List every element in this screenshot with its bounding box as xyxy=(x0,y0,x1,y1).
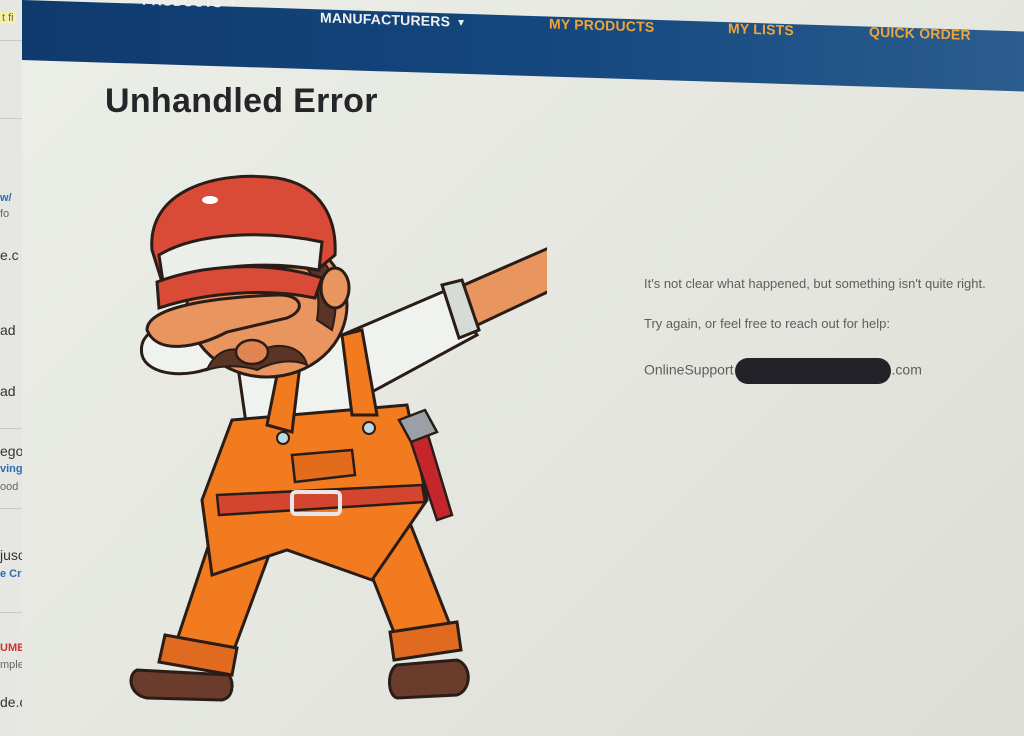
overalls-button xyxy=(276,431,290,445)
background-text-fragment: ego xyxy=(0,443,24,459)
chevron-down-icon: ▼ xyxy=(456,17,467,29)
background-text-fragment: ving xyxy=(0,463,23,475)
page-title: Unhandled Error xyxy=(105,82,378,120)
nav-manufacturers[interactable]: MANUFACTURERS ▼ xyxy=(320,9,466,30)
nav-label: MY LISTS xyxy=(728,20,794,39)
nav-label: PRODUCTS xyxy=(142,0,223,11)
plumber-boot xyxy=(388,658,470,700)
background-text-fragment: ood xyxy=(0,481,19,493)
background-text-fragment: w/ xyxy=(0,192,12,204)
background-text-fragment: ad xyxy=(0,322,16,338)
email-suffix: .com xyxy=(891,361,922,378)
chevron-down-icon: ▼ xyxy=(228,0,239,10)
background-text-fragment: e Cr xyxy=(0,568,22,580)
top-navigation: PRODUCTS ▼ MANUFACTURERS ▼ MY PRODUCTS MY … xyxy=(22,0,1024,92)
email-prefix: OnlineSupport xyxy=(644,361,734,378)
plumber-boot xyxy=(129,668,234,702)
error-page: PRODUCTS ▼ MANUFACTURERS ▼ MY PRODUCTS MY … xyxy=(22,0,1024,736)
plumber-nose xyxy=(234,338,270,366)
overalls-pocket xyxy=(290,448,357,484)
nav-quick-order[interactable]: QUICK ORDER xyxy=(869,24,971,43)
nav-my-lists[interactable]: MY LISTS xyxy=(728,20,794,38)
background-text-fragment: e.c xyxy=(0,247,19,263)
redaction-bar xyxy=(734,358,891,384)
nav-label: MY PRODUCTS xyxy=(549,15,655,35)
dabbing-plumber-illustration xyxy=(129,174,547,702)
help-prompt: Try again, or feel free to reach out for… xyxy=(644,316,890,331)
plumber-ear xyxy=(319,266,351,310)
error-message: It's not clear what happened, but someth… xyxy=(644,276,986,291)
nav-products[interactable]: PRODUCTS ▼ xyxy=(142,0,238,11)
support-email[interactable]: OnlineSupport .com xyxy=(644,358,922,384)
nav-my-products[interactable]: MY PRODUCTS xyxy=(549,16,654,35)
background-text-fragment: t fi xyxy=(0,12,16,24)
background-text-fragment: mple xyxy=(0,659,24,671)
nav-label: QUICK ORDER xyxy=(869,23,971,43)
background-text-fragment: fo xyxy=(0,208,10,220)
cap-highlight xyxy=(202,196,218,204)
overalls-button xyxy=(362,421,376,435)
background-text-fragment: ad xyxy=(0,383,16,399)
nav-label: MANUFACTURERS xyxy=(320,9,451,30)
